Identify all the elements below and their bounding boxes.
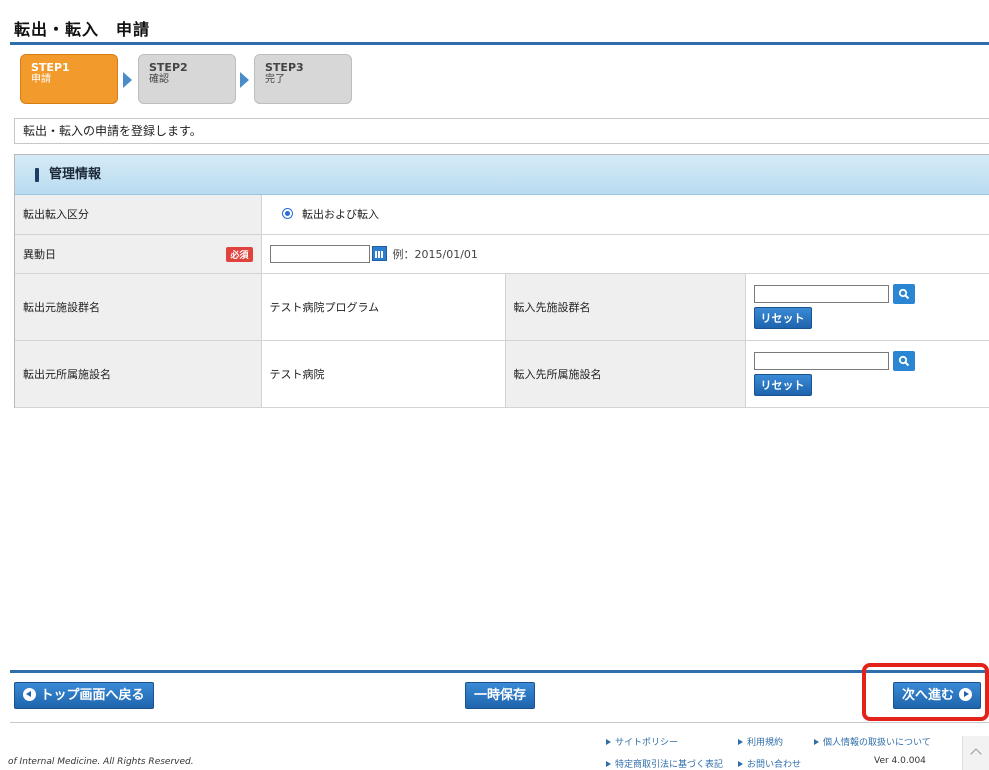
step-2-number: STEP2 xyxy=(149,61,188,74)
search-icon xyxy=(898,288,909,300)
move-date-cell: 例：2015/01/01 xyxy=(261,234,989,274)
temp-save-button[interactable]: 一時保存 xyxy=(465,682,536,709)
footer-link-label: 利用規約 xyxy=(747,738,784,748)
to-facility-cell: リセット xyxy=(745,340,989,408)
footer-divider xyxy=(10,670,989,673)
link-arrow-icon xyxy=(606,761,611,767)
to-facility-label: 転入先所属施設名 xyxy=(505,340,746,408)
back-button-label: トップ画面へ戻る xyxy=(40,688,145,703)
copyright-text: of Internal Medicine. All Rights Reserve… xyxy=(8,757,194,767)
date-example: 例：2015/01/01 xyxy=(392,247,478,261)
step-1: STEP1 申請 xyxy=(20,54,118,104)
transfer-type-option[interactable]: 転出および転入 xyxy=(302,208,379,221)
footer-link-terms[interactable]: 利用規約 xyxy=(738,735,783,748)
to-group-search-button[interactable] xyxy=(892,284,915,304)
link-arrow-icon xyxy=(738,739,743,745)
back-to-top-button[interactable]: トップ画面へ戻る xyxy=(14,682,154,709)
footer-link-label: サイトポリシー xyxy=(615,738,679,748)
section-title: 管理情報 xyxy=(49,167,102,182)
to-group-label: 転入先施設群名 xyxy=(505,273,746,341)
title-divider xyxy=(10,42,989,45)
step-1-number: STEP1 xyxy=(31,61,70,74)
highlight-annotation xyxy=(862,663,989,721)
required-badge: 必須 xyxy=(226,246,253,262)
footer-link-label: 特定商取引法に基づく表記 xyxy=(615,760,724,770)
info-message: 転出・転入の申請を登録します。 xyxy=(14,118,989,144)
link-arrow-icon xyxy=(738,761,743,767)
management-info-section: 管理情報 転出転入区分 転出および転入 異動日 必須 例：2015/01/01 xyxy=(14,154,989,408)
step-3: STEP3 完了 xyxy=(254,54,352,104)
management-form: 転出転入区分 転出および転入 異動日 必須 例：2015/01/01 転出元施設… xyxy=(15,195,989,408)
scroll-to-top-button[interactable] xyxy=(962,736,989,770)
version-text: Ver 4.0.004 xyxy=(874,756,926,766)
app-root: 転出・転入 申請 STEP1 申請 STEP2 確認 STEP3 完了 転出・転… xyxy=(0,0,989,770)
step-arrow-icon xyxy=(123,72,132,88)
footer-link-privacy[interactable]: 個人情報の取扱いについて xyxy=(814,735,931,748)
from-group-value: テスト病院プログラム xyxy=(261,273,506,341)
section-header: 管理情報 xyxy=(15,155,989,195)
to-group-input[interactable] xyxy=(753,285,889,303)
footer-link-commerce[interactable]: 特定商取引法に基づく表記 xyxy=(606,757,723,770)
section-marker-icon xyxy=(35,168,39,182)
transfer-type-radio[interactable] xyxy=(281,208,293,220)
step-3-number: STEP3 xyxy=(265,61,304,74)
row-move-date: 異動日 必須 例：2015/01/01 xyxy=(15,234,989,274)
to-facility-input[interactable] xyxy=(753,352,889,370)
step-2-name: 確認 xyxy=(149,74,169,85)
from-facility-label: 転出元所属施設名 xyxy=(15,340,262,408)
link-arrow-icon xyxy=(814,739,819,745)
footer-link-site-policy[interactable]: サイトポリシー xyxy=(606,735,678,748)
move-date-input[interactable] xyxy=(269,244,370,263)
search-icon xyxy=(898,355,909,367)
row-facility: 転出元所属施設名 テスト病院 転入先所属施設名 リセット xyxy=(15,340,989,408)
to-group-cell: リセット xyxy=(745,273,989,341)
step-3-name: 完了 xyxy=(265,74,285,85)
page-title: 転出・転入 申請 xyxy=(14,20,151,39)
link-arrow-icon xyxy=(606,739,611,745)
step-2: STEP2 確認 xyxy=(138,54,236,104)
footer-link-label: お問い合わせ xyxy=(747,760,802,770)
from-facility-value: テスト病院 xyxy=(261,340,506,408)
move-date-label-cell: 異動日 必須 xyxy=(15,234,262,274)
step-1-name: 申請 xyxy=(31,74,51,85)
bottom-divider xyxy=(10,722,989,723)
to-facility-search-button[interactable] xyxy=(892,351,915,371)
row-group: 転出元施設群名 テスト病院プログラム 転入先施設群名 リセット xyxy=(15,273,989,341)
calendar-icon[interactable] xyxy=(371,246,387,261)
row-transfer-type: 転出転入区分 転出および転入 xyxy=(15,195,989,235)
transfer-type-cell: 転出および転入 xyxy=(261,195,989,235)
transfer-type-label: 転出転入区分 xyxy=(15,195,262,235)
from-group-label: 転出元施設群名 xyxy=(15,273,262,341)
arrow-left-circle-icon xyxy=(23,688,36,701)
footer-link-contact[interactable]: お問い合わせ xyxy=(738,757,801,770)
to-group-reset-button[interactable]: リセット xyxy=(753,307,812,329)
move-date-label: 異動日 xyxy=(23,247,56,261)
to-facility-reset-button[interactable]: リセット xyxy=(753,374,812,396)
footer-link-label: 個人情報の取扱いについて xyxy=(823,738,931,748)
step-arrow-icon xyxy=(240,72,249,88)
